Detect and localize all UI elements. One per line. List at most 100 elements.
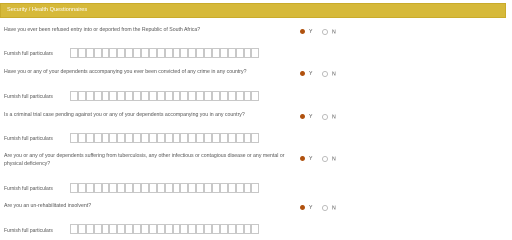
character-box[interactable] (141, 133, 149, 143)
character-box[interactable] (243, 224, 252, 234)
character-box[interactable] (117, 183, 126, 193)
question-2-radio-no[interactable]: N (322, 71, 336, 77)
character-box[interactable] (156, 91, 165, 101)
character-box[interactable] (235, 183, 244, 193)
character-box[interactable] (188, 133, 197, 143)
character-box[interactable] (125, 224, 134, 234)
question-3-radio-yes[interactable]: Y (300, 114, 312, 120)
character-box[interactable] (101, 133, 110, 143)
character-box[interactable] (156, 133, 165, 143)
character-box[interactable] (77, 183, 86, 193)
character-box[interactable] (251, 91, 260, 101)
character-box[interactable] (172, 91, 181, 101)
character-box[interactable] (141, 224, 149, 234)
character-box[interactable] (227, 183, 236, 193)
character-box[interactable] (212, 224, 220, 234)
character-box[interactable] (148, 224, 157, 234)
character-box[interactable] (251, 48, 260, 58)
character-box[interactable] (109, 183, 118, 193)
character-box[interactable] (133, 91, 142, 101)
character-box[interactable] (243, 133, 252, 143)
question-2-particulars-field[interactable] (70, 91, 260, 101)
character-box[interactable] (117, 133, 126, 143)
character-box[interactable] (164, 91, 173, 101)
character-box[interactable] (148, 48, 157, 58)
character-box[interactable] (133, 224, 142, 234)
character-box[interactable] (93, 224, 102, 234)
character-box[interactable] (164, 48, 173, 58)
character-box[interactable] (125, 91, 134, 101)
character-box[interactable] (93, 91, 102, 101)
character-box[interactable] (235, 91, 244, 101)
question-4-radio-yes[interactable]: Y (300, 156, 312, 162)
character-box[interactable] (172, 183, 181, 193)
character-box[interactable] (219, 48, 228, 58)
character-box[interactable] (243, 183, 252, 193)
character-box[interactable] (148, 183, 157, 193)
character-box[interactable] (196, 133, 205, 143)
character-box[interactable] (164, 224, 173, 234)
question-3-particulars-field[interactable] (70, 133, 260, 143)
character-box[interactable] (70, 224, 78, 234)
character-box[interactable] (204, 48, 213, 58)
character-box[interactable] (212, 48, 220, 58)
character-box[interactable] (196, 91, 205, 101)
character-box[interactable] (227, 224, 236, 234)
character-box[interactable] (172, 48, 181, 58)
character-box[interactable] (227, 48, 236, 58)
character-box[interactable] (109, 133, 118, 143)
character-box[interactable] (219, 183, 228, 193)
character-box[interactable] (219, 224, 228, 234)
character-box[interactable] (93, 133, 102, 143)
character-box[interactable] (204, 224, 213, 234)
character-box[interactable] (133, 133, 142, 143)
character-box[interactable] (156, 224, 165, 234)
character-box[interactable] (93, 183, 102, 193)
character-box[interactable] (251, 183, 260, 193)
question-4-particulars-field[interactable] (70, 183, 260, 193)
question-1-radio-yes[interactable]: Y (300, 29, 312, 35)
character-box[interactable] (156, 183, 165, 193)
character-box[interactable] (77, 48, 86, 58)
character-box[interactable] (188, 224, 197, 234)
character-box[interactable] (219, 91, 228, 101)
character-box[interactable] (77, 133, 86, 143)
character-box[interactable] (101, 48, 110, 58)
character-box[interactable] (117, 48, 126, 58)
character-box[interactable] (70, 91, 78, 101)
character-box[interactable] (70, 48, 78, 58)
character-box[interactable] (148, 91, 157, 101)
character-box[interactable] (235, 133, 244, 143)
character-box[interactable] (117, 224, 126, 234)
character-box[interactable] (141, 183, 149, 193)
character-box[interactable] (188, 91, 197, 101)
character-box[interactable] (148, 133, 157, 143)
question-5-particulars-field[interactable] (70, 224, 260, 234)
character-box[interactable] (156, 48, 165, 58)
character-box[interactable] (219, 133, 228, 143)
character-box[interactable] (251, 133, 260, 143)
character-box[interactable] (212, 91, 220, 101)
character-box[interactable] (164, 133, 173, 143)
character-box[interactable] (172, 133, 181, 143)
character-box[interactable] (109, 91, 118, 101)
character-box[interactable] (101, 183, 110, 193)
character-box[interactable] (101, 224, 110, 234)
question-1-radio-no[interactable]: N (322, 29, 336, 35)
character-box[interactable] (133, 183, 142, 193)
character-box[interactable] (204, 183, 213, 193)
character-box[interactable] (180, 48, 189, 58)
character-box[interactable] (180, 224, 189, 234)
character-box[interactable] (77, 91, 86, 101)
question-1-particulars-field[interactable] (70, 48, 260, 58)
character-box[interactable] (204, 133, 213, 143)
character-box[interactable] (164, 183, 173, 193)
character-box[interactable] (212, 183, 220, 193)
character-box[interactable] (235, 48, 244, 58)
character-box[interactable] (85, 183, 94, 193)
character-box[interactable] (188, 183, 197, 193)
character-box[interactable] (85, 48, 94, 58)
character-box[interactable] (188, 48, 197, 58)
character-box[interactable] (85, 133, 94, 143)
character-box[interactable] (141, 91, 149, 101)
